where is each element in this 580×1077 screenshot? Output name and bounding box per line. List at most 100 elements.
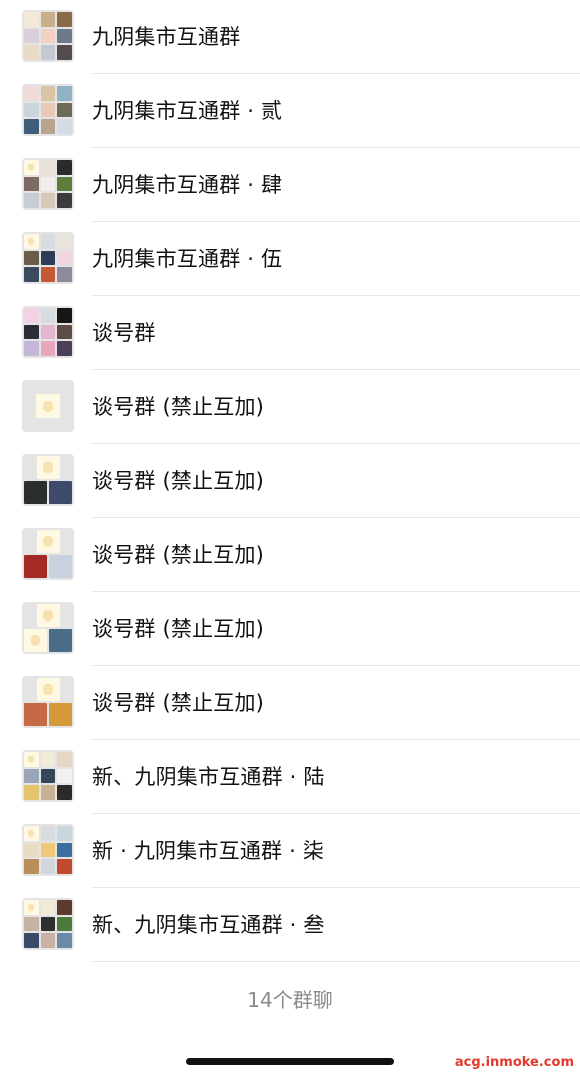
avatar-tile bbox=[24, 250, 39, 266]
group-name: 谈号群 (禁止互加) bbox=[92, 395, 265, 419]
group-count-footer: 14个群聊 bbox=[247, 988, 333, 1012]
avatar-tile bbox=[40, 752, 56, 767]
group-avatar bbox=[22, 602, 74, 654]
avatar-tile bbox=[57, 916, 72, 932]
avatar-tile bbox=[40, 341, 56, 356]
group-name: 九阴集市互通群 · 贰 bbox=[92, 99, 283, 123]
avatar-tile bbox=[24, 86, 39, 101]
avatar-tile bbox=[24, 102, 39, 118]
avatar-tile bbox=[24, 324, 39, 340]
avatar-tile bbox=[36, 530, 60, 553]
group-chat-row[interactable]: 谈号群 (禁止互加) bbox=[0, 666, 580, 740]
watermark: acg.inmoke.com bbox=[454, 1055, 574, 1070]
avatar-tile bbox=[24, 555, 47, 578]
avatar-tile bbox=[40, 916, 56, 932]
group-avatar bbox=[22, 158, 74, 210]
avatar-tile bbox=[24, 119, 39, 134]
group-chat-row[interactable]: 新、九阴集市互通群 · 陆 bbox=[0, 740, 580, 814]
avatar-tile bbox=[57, 768, 72, 784]
avatar-tile bbox=[40, 250, 56, 266]
avatar-tile bbox=[24, 826, 39, 841]
avatar-tile bbox=[40, 785, 56, 800]
avatar-tile bbox=[40, 267, 56, 282]
avatar-tile bbox=[24, 267, 39, 282]
avatar-tile bbox=[57, 102, 72, 118]
home-indicator[interactable] bbox=[186, 1058, 394, 1065]
avatar-tile bbox=[24, 629, 47, 652]
avatar-tile bbox=[40, 160, 56, 175]
group-chat-row[interactable]: 新、九阴集市互通群 · 叁 bbox=[0, 888, 580, 962]
group-name: 谈号群 (禁止互加) bbox=[92, 691, 265, 715]
avatar-tile bbox=[36, 604, 60, 627]
avatar-tile bbox=[24, 160, 39, 175]
avatar-tile bbox=[57, 160, 72, 175]
avatar-tile bbox=[40, 119, 56, 134]
group-avatar bbox=[22, 306, 74, 358]
avatar-tile bbox=[57, 250, 72, 266]
group-chat-row[interactable]: 谈号群 (禁止互加) bbox=[0, 370, 580, 444]
avatar-tile bbox=[24, 916, 39, 932]
group-chat-row[interactable]: 九阴集市互通群 · 肆 bbox=[0, 148, 580, 222]
avatar-tile bbox=[57, 324, 72, 340]
avatar-tile bbox=[40, 900, 56, 915]
group-chat-row[interactable]: 谈号群 (禁止互加) bbox=[0, 592, 580, 666]
avatar-tile bbox=[49, 481, 72, 504]
group-avatar bbox=[22, 824, 74, 876]
avatar-tile bbox=[40, 859, 56, 874]
avatar-tile bbox=[40, 826, 56, 841]
group-avatar bbox=[22, 454, 74, 506]
avatar-tile bbox=[24, 45, 39, 60]
group-avatar bbox=[22, 676, 74, 728]
avatar-tile bbox=[57, 785, 72, 800]
group-avatar bbox=[22, 898, 74, 950]
avatar-tile bbox=[24, 842, 39, 858]
group-avatar bbox=[22, 750, 74, 802]
group-chat-row[interactable]: 九阴集市互通群 · 贰 bbox=[0, 74, 580, 148]
avatar-tile bbox=[57, 119, 72, 134]
avatar-tile bbox=[36, 678, 60, 701]
avatar-tile bbox=[24, 859, 39, 874]
group-chat-row[interactable]: 九阴集市互通群 · 伍 bbox=[0, 222, 580, 296]
avatar-tile bbox=[40, 28, 56, 44]
group-chat-row[interactable]: 九阴集市互通群 bbox=[0, 0, 580, 74]
avatar-tile bbox=[40, 45, 56, 60]
avatar-tile bbox=[40, 842, 56, 858]
group-avatar bbox=[22, 232, 74, 284]
avatar-tile bbox=[57, 234, 72, 249]
avatar-tile bbox=[40, 12, 56, 27]
avatar-tile bbox=[57, 308, 72, 323]
avatar-tile bbox=[57, 933, 72, 948]
avatar-tile bbox=[40, 933, 56, 948]
group-name: 谈号群 bbox=[92, 321, 156, 345]
avatar-tile bbox=[57, 752, 72, 767]
row-divider bbox=[91, 961, 580, 962]
group-name: 新 · 九阴集市互通群 · 柒 bbox=[92, 839, 325, 863]
avatar-tile bbox=[36, 394, 60, 418]
avatar-tile bbox=[57, 826, 72, 841]
avatar-tile bbox=[57, 193, 72, 208]
avatar-tile bbox=[24, 933, 39, 948]
avatar-tile bbox=[24, 308, 39, 323]
group-chat-row[interactable]: 谈号群 (禁止互加) bbox=[0, 518, 580, 592]
avatar-tile bbox=[24, 176, 39, 192]
avatar-tile bbox=[24, 481, 47, 504]
avatar-tile bbox=[57, 859, 72, 874]
avatar-tile bbox=[40, 176, 56, 192]
avatar-tile bbox=[57, 842, 72, 858]
group-chat-row[interactable]: 新 · 九阴集市互通群 · 柒 bbox=[0, 814, 580, 888]
group-chat-row[interactable]: 谈号群 (禁止互加) bbox=[0, 444, 580, 518]
avatar-tile bbox=[40, 234, 56, 249]
group-name: 谈号群 (禁止互加) bbox=[92, 469, 265, 493]
avatar-tile bbox=[24, 28, 39, 44]
avatar-tile bbox=[24, 234, 39, 249]
avatar-tile bbox=[57, 45, 72, 60]
group-avatar bbox=[22, 528, 74, 580]
avatar-tile bbox=[36, 456, 60, 479]
avatar-tile bbox=[57, 86, 72, 101]
avatar-tile bbox=[57, 900, 72, 915]
group-name: 谈号群 (禁止互加) bbox=[92, 617, 265, 641]
avatar-tile bbox=[24, 785, 39, 800]
avatar-tile bbox=[24, 703, 47, 726]
group-name: 新、九阴集市互通群 · 叁 bbox=[92, 913, 325, 937]
group-chat-row[interactable]: 谈号群 bbox=[0, 296, 580, 370]
